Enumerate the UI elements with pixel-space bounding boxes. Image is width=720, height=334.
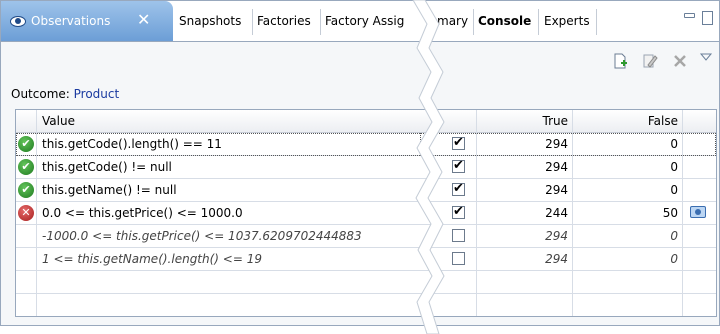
tab-factory-assignments[interactable]: Factory Assig bbox=[325, 14, 404, 28]
observation-value: this.getName() != null bbox=[42, 183, 177, 197]
true-count: 294 bbox=[545, 229, 568, 243]
x-circle-icon: ✕ bbox=[18, 205, 34, 221]
tab-observations[interactable]: Observations ✕ bbox=[1, 1, 173, 41]
table-row[interactable]: ✕ 0.0 <= this.getPrice() <= 1000.0 bbox=[16, 202, 430, 225]
edit-icon[interactable] bbox=[642, 53, 658, 69]
tab-bar-left: Observations ✕ Snapshots Factories Facto… bbox=[1, 1, 430, 42]
true-column-header[interactable]: True bbox=[480, 114, 569, 128]
observation-value: 1 <= this.getName().length() <= 19 bbox=[42, 252, 262, 266]
check-circle-icon: ✔ bbox=[18, 136, 34, 152]
left-view-panel: Observations ✕ Snapshots Factories Facto… bbox=[0, 0, 430, 326]
torn-edge-divider bbox=[412, 0, 445, 334]
tab-divider bbox=[320, 9, 321, 35]
tab-factories[interactable]: Factories bbox=[257, 14, 311, 28]
table-row[interactable]: ✔ 294 0 bbox=[420, 133, 716, 156]
table-row[interactable]: 294 0 bbox=[420, 225, 716, 248]
eye-icon bbox=[10, 16, 26, 27]
true-count: 294 bbox=[545, 137, 568, 151]
camera-icon[interactable] bbox=[690, 206, 706, 218]
enabled-checkbox[interactable]: ✔ bbox=[452, 135, 465, 150]
observations-table-right: True False ✔ 294 0 ✔ 294 0 ✔ 294 0 ✔ 244… bbox=[420, 109, 717, 317]
table-row[interactable]: ✔ this.getCode() != null bbox=[16, 156, 430, 179]
table-row[interactable]: ✔ 294 0 bbox=[420, 156, 716, 179]
tab-bar-right: mary Console Experts bbox=[420, 1, 719, 42]
outcome-line: Outcome: Product bbox=[11, 87, 119, 101]
tab-observations-label: Observations bbox=[31, 14, 111, 28]
table-row[interactable]: 1 <= this.getName().length() <= 19 bbox=[16, 248, 430, 271]
table-row[interactable]: ✔ 294 0 bbox=[420, 179, 716, 202]
observation-value: 0.0 <= this.getPrice() <= 1000.0 bbox=[42, 206, 243, 220]
tab-divider bbox=[538, 9, 539, 35]
true-count: 294 bbox=[545, 160, 568, 174]
table-row[interactable]: ✔ 244 50 bbox=[420, 202, 716, 225]
outcome-value-link[interactable]: Product bbox=[74, 87, 120, 101]
false-count: 0 bbox=[670, 229, 678, 243]
false-count: 50 bbox=[662, 206, 678, 220]
enabled-checkbox[interactable]: ✔ bbox=[452, 158, 465, 173]
table-row-empty bbox=[16, 271, 430, 294]
outcome-label: Outcome: bbox=[11, 87, 70, 101]
tab-experts[interactable]: Experts bbox=[544, 14, 590, 28]
observation-value: this.getCode() != null bbox=[42, 160, 172, 174]
enabled-checkbox[interactable]: ✔ bbox=[452, 204, 465, 219]
table-row[interactable]: -1000.0 <= this.getPrice() <= 1037.62097… bbox=[16, 225, 430, 248]
table-row-empty bbox=[420, 271, 716, 294]
observation-value: -1000.0 <= this.getPrice() <= 1037.62097… bbox=[42, 229, 362, 243]
view-menu-icon[interactable] bbox=[698, 49, 714, 65]
enabled-checkbox[interactable] bbox=[452, 229, 465, 242]
tab-console[interactable]: Console bbox=[478, 14, 531, 28]
false-count: 0 bbox=[670, 137, 678, 151]
observation-value: this.getCode().length() == 11 bbox=[42, 137, 222, 151]
false-count: 0 bbox=[670, 183, 678, 197]
false-count: 0 bbox=[670, 252, 678, 266]
table-row[interactable]: 294 0 bbox=[420, 248, 716, 271]
tab-divider bbox=[596, 9, 597, 35]
false-column-header[interactable]: False bbox=[576, 114, 678, 128]
table-header: True False bbox=[420, 110, 716, 133]
true-count: 294 bbox=[545, 183, 568, 197]
table-row[interactable]: ✔ this.getName() != null bbox=[16, 179, 430, 202]
tab-divider bbox=[473, 9, 474, 35]
table-row[interactable]: ✔ this.getCode().length() == 11 bbox=[16, 133, 430, 156]
tab-divider bbox=[252, 9, 253, 35]
value-column-header[interactable]: Value bbox=[42, 114, 75, 128]
new-document-icon[interactable] bbox=[612, 53, 628, 69]
check-circle-icon: ✔ bbox=[18, 182, 34, 198]
delete-icon[interactable] bbox=[672, 53, 688, 69]
observations-table-left: Value ✔ this.getCode().length() == 11 ✔ … bbox=[15, 109, 430, 317]
tab-snapshots[interactable]: Snapshots bbox=[179, 14, 241, 28]
true-count: 294 bbox=[545, 252, 568, 266]
maximize-icon[interactable] bbox=[702, 11, 713, 25]
right-view-panel: mary Console Experts True False ✔ 294 0 bbox=[420, 0, 720, 326]
minimize-icon[interactable] bbox=[684, 13, 695, 18]
true-count: 244 bbox=[545, 206, 568, 220]
enabled-checkbox[interactable] bbox=[452, 252, 465, 265]
false-count: 0 bbox=[670, 160, 678, 174]
check-circle-icon: ✔ bbox=[18, 159, 34, 175]
close-icon[interactable]: ✕ bbox=[137, 11, 150, 29]
table-header: Value bbox=[16, 110, 430, 133]
enabled-checkbox[interactable]: ✔ bbox=[452, 181, 465, 196]
